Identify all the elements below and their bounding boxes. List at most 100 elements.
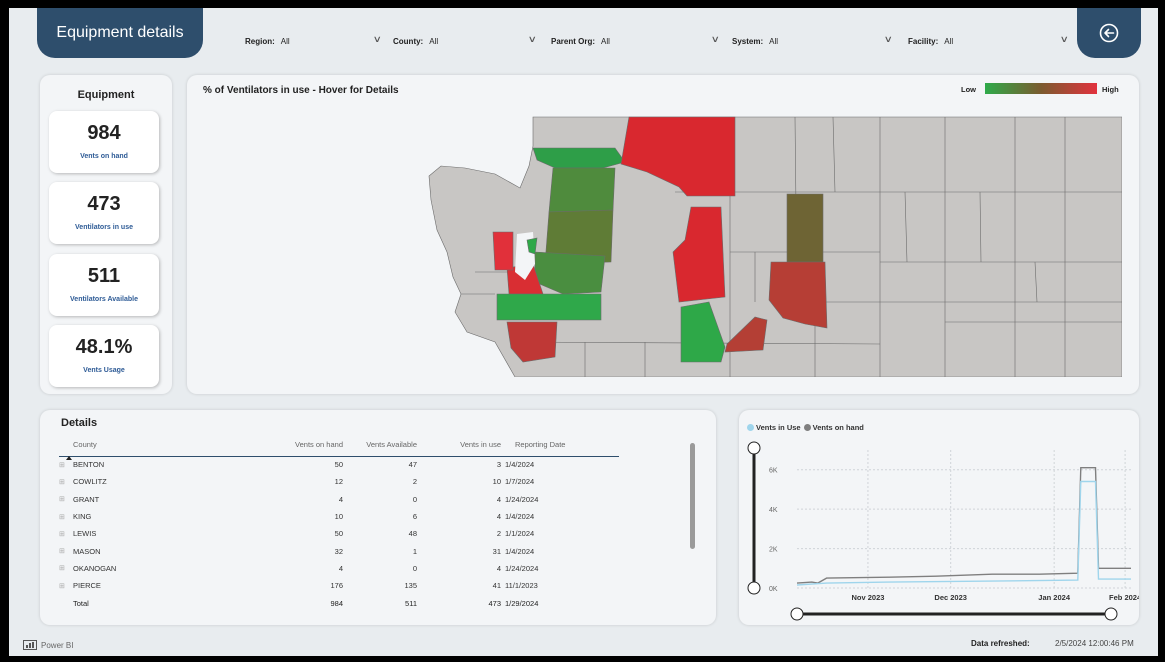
expand-icon[interactable]: ⊞ (59, 508, 73, 525)
cell-date: 1/1/2024 (505, 529, 535, 539)
trend-chart[interactable]: 0K 2K 4K 6K Nov 2023 Dec 2023 Jan 2024 Feb 202… (739, 410, 1139, 625)
back-button[interactable] (1077, 8, 1141, 58)
column-header-vents-on-hand[interactable]: Vents on hand (263, 438, 343, 456)
county-pierce[interactable] (496, 293, 602, 321)
filter-system[interactable]: System: All ∨ (732, 33, 894, 49)
cell-available: 2 (412, 477, 417, 487)
expand-icon[interactable]: ⊞ (59, 542, 73, 559)
filter-value: All (769, 36, 779, 46)
cell-date: 1/4/2024 (505, 460, 535, 470)
cell-available: 135 (404, 581, 417, 591)
filter-label: Parent Org: (551, 36, 596, 46)
county-clallam-south[interactable] (492, 231, 514, 271)
table-row[interactable]: ⊞ OKANOGAN 4 0 4 1/24/2024 (59, 560, 619, 577)
table-header-row: County Vents on hand Vents Available Ven… (59, 438, 619, 456)
cell-date: 11/1/2023 (505, 581, 538, 591)
filter-label: Facility: (908, 36, 939, 46)
chevron-down-icon: ∨ (711, 34, 721, 44)
y-range-slider-handle-bottom[interactable] (747, 581, 761, 595)
cell-total-date: 1/29/2024 (505, 598, 539, 608)
chevron-down-icon: ∨ (1060, 34, 1070, 44)
table-row[interactable]: ⊞ COWLITZ 12 2 10 1/7/2024 (59, 473, 619, 490)
county-skagit[interactable] (548, 167, 616, 213)
sort-ascending-icon[interactable] (66, 456, 72, 460)
cell-available: 0 (412, 494, 417, 504)
cell-total-available: 511 (405, 598, 417, 608)
table-row[interactable]: ⊞ LEWIS 50 48 2 1/1/2024 (59, 525, 619, 542)
filter-label: County: (393, 36, 424, 46)
kpi-label: Ventilators in use (75, 224, 133, 231)
cell-county: BENTON (73, 460, 105, 470)
cell-available: 6 (412, 512, 417, 522)
map-title: % of Ventilators in use - Hover for Deta… (203, 85, 399, 96)
table-row[interactable]: ⊞ BENTON 50 47 3 1/4/2024 (59, 456, 619, 473)
table-row[interactable]: ⊞ GRANT 4 0 4 1/24/2024 (59, 491, 619, 508)
county-map[interactable] (425, 112, 1122, 377)
y-tick-label: 6K (769, 468, 778, 475)
cell-in-use: 2 (496, 529, 501, 539)
filter-label: System: (732, 36, 764, 46)
kpi-card-vents-usage: 48.1% Vents Usage (49, 325, 159, 387)
column-header-county[interactable]: County (73, 438, 263, 456)
cell-in-use: 4 (496, 563, 501, 573)
expand-icon[interactable]: ⊞ (59, 491, 73, 508)
filter-county[interactable]: County: All ∨ (393, 33, 537, 49)
cell-in-use: 4 (496, 494, 501, 504)
cell-on-hand: 12 (334, 477, 343, 487)
map-panel: % of Ventilators in use - Hover for Deta… (187, 75, 1139, 394)
cell-available: 47 (408, 460, 417, 470)
powerbi-label: Power BI (41, 640, 74, 650)
table-row[interactable]: ⊞ KING 10 6 4 1/4/2024 (59, 508, 619, 525)
equipment-title: Equipment (77, 89, 135, 101)
y-tick-label: 2K (769, 547, 778, 554)
kpi-card-ventilators-available: 511 Ventilators Available (49, 254, 159, 316)
cell-in-use: 4 (496, 512, 501, 522)
x-range-slider-handle-left[interactable] (790, 607, 804, 621)
y-range-slider-handle-top[interactable] (747, 441, 761, 455)
kpi-value: 473 (87, 193, 121, 215)
cell-county: GRANT (73, 494, 100, 504)
kpi-card-vents-on-hand: 984 Vents on hand (49, 111, 159, 173)
cell-date: 1/24/2024 (505, 563, 539, 573)
cell-date: 1/24/2024 (505, 494, 539, 504)
table-row[interactable]: ⊞ MASON 32 1 31 1/4/2024 (59, 542, 619, 559)
details-title: Details (61, 417, 98, 429)
column-header-reporting-date[interactable]: Reporting Date (501, 438, 619, 456)
table-row[interactable]: ⊞ PIERCE 176 135 41 11/1/2023 (59, 577, 619, 594)
filter-value: All (601, 36, 610, 46)
page-title-text: Equipment details (56, 24, 184, 41)
cell-total-in-use: 473 (488, 598, 501, 608)
expand-icon[interactable]: ⊞ (59, 577, 73, 594)
back-arrow-circle-icon (1099, 23, 1119, 43)
expand-icon[interactable]: ⊞ (59, 473, 73, 490)
chevron-down-icon: ∨ (884, 34, 894, 44)
cell-total-on-hand: 984 (330, 598, 343, 608)
column-header-vents-in-use[interactable]: Vents in use (417, 438, 501, 456)
kpi-card-ventilators-in-use: 473 Ventilators in use (49, 182, 159, 244)
cell-available: 1 (412, 546, 417, 556)
table-scrollbar[interactable] (690, 443, 695, 549)
details-table: County Vents on hand Vents Available Ven… (59, 438, 619, 612)
filter-label: Region: (245, 36, 275, 46)
cell-on-hand: 50 (334, 460, 343, 470)
kpi-label: Vents Usage (83, 367, 125, 374)
x-tick-label: Dec 2023 (934, 593, 967, 602)
powerbi-logo[interactable]: Power BI (23, 640, 73, 650)
filter-value: All (280, 36, 290, 46)
y-axis-labels: 0K 2K 4K 6K (769, 468, 778, 593)
county-lincoln[interactable] (786, 193, 824, 263)
filter-parent-org[interactable]: Parent Org: All ∨ (551, 33, 721, 49)
expand-icon[interactable]: ⊞ (59, 560, 73, 577)
kpi-label: Ventilators Available (70, 296, 138, 303)
expand-icon[interactable]: ⊞ (59, 525, 73, 542)
cell-in-use: 10 (492, 477, 501, 487)
column-header-vents-available[interactable]: Vents Available (343, 438, 417, 456)
x-tick-label: Jan 2024 (1038, 593, 1071, 602)
legend-low-label: Low (961, 85, 976, 94)
details-panel: Details County Vents on hand Vents Avail… (40, 410, 716, 625)
cell-in-use: 41 (492, 581, 501, 591)
x-range-slider-handle-right[interactable] (1104, 607, 1118, 621)
page-title: Equipment details (37, 8, 203, 58)
filter-facility[interactable]: Facility: All ∨ (908, 33, 1070, 49)
filter-region[interactable]: Region: All ∨ (245, 33, 382, 49)
